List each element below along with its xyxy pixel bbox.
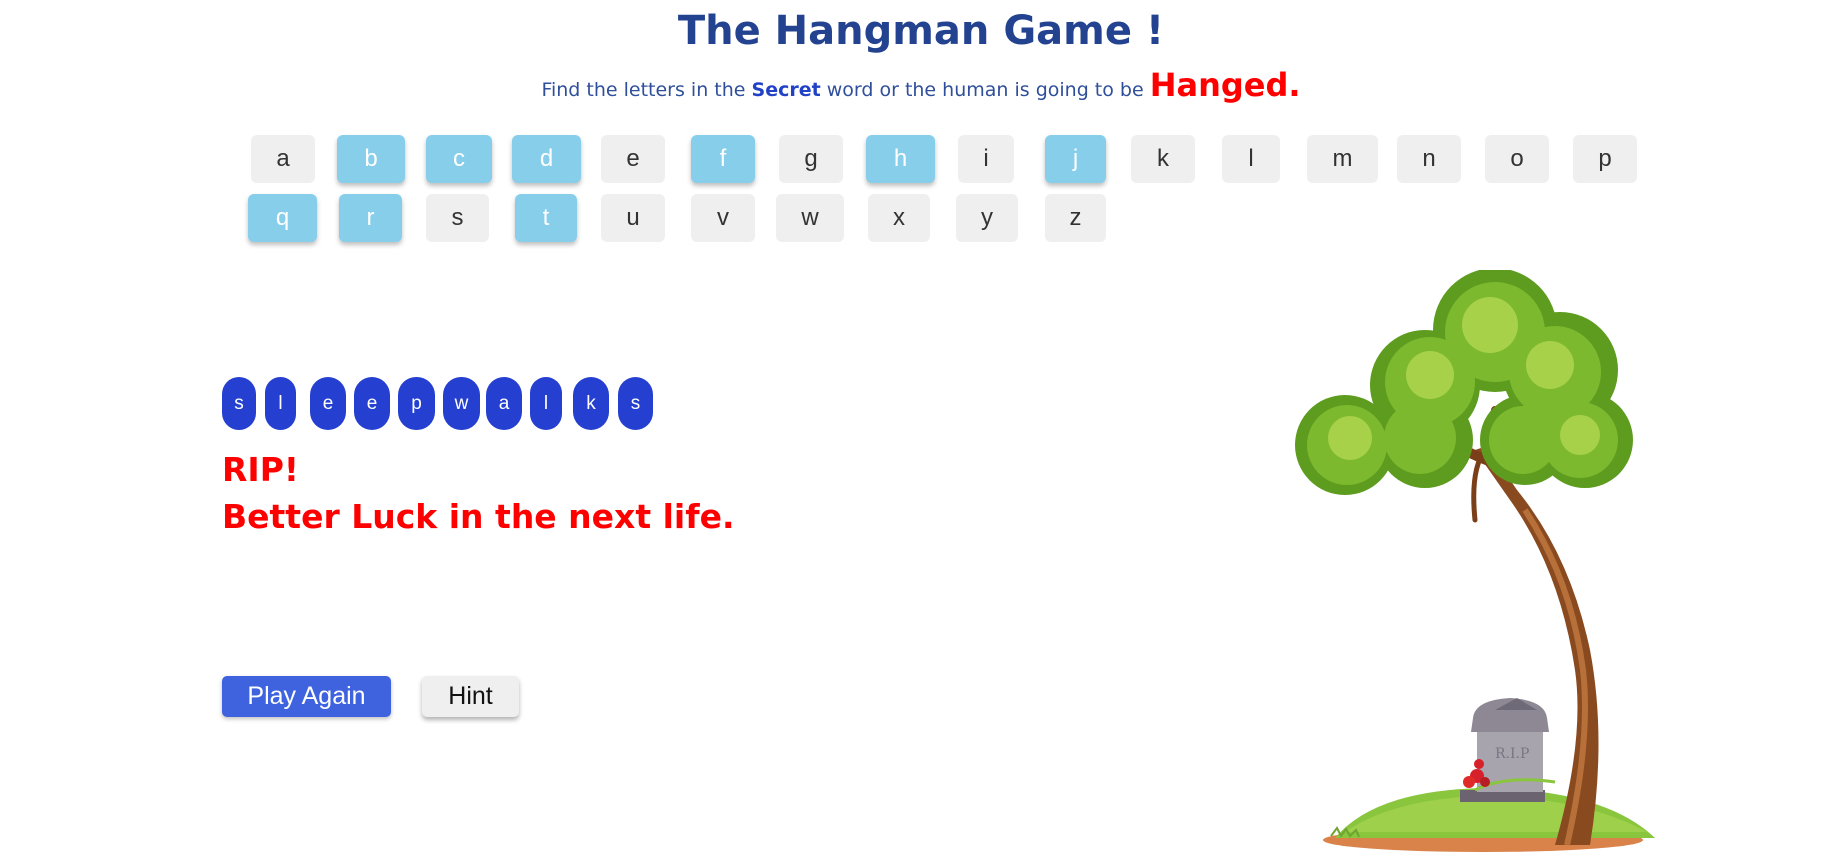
letter-key-m[interactable]: m [1307, 135, 1378, 183]
letter-key-k[interactable]: k [1131, 135, 1195, 183]
letter-key-r[interactable]: r [339, 194, 402, 242]
letter-key-v[interactable]: v [691, 194, 755, 242]
word-letter: w [443, 377, 480, 430]
letter-keyboard: abcdefghijklmnop qrstuvwxyz [0, 0, 1842, 260]
letter-key-p[interactable]: p [1573, 135, 1637, 183]
word-letter: l [265, 377, 296, 430]
tree-grave-illustration: R.I.P [1295, 270, 1655, 852]
letter-key-x[interactable]: x [868, 194, 930, 242]
play-again-button[interactable]: Play Again [222, 676, 391, 717]
letter-key-n[interactable]: n [1397, 135, 1461, 183]
word-letter: k [573, 377, 609, 430]
rip-message: RIP! [222, 450, 299, 489]
letter-key-j[interactable]: j [1045, 135, 1106, 183]
tree-canopy [1295, 270, 1633, 495]
better-luck-message: Better Luck in the next life. [222, 497, 735, 536]
word-letter: s [222, 377, 256, 430]
letter-key-g[interactable]: g [779, 135, 843, 183]
letter-key-c[interactable]: c [426, 135, 492, 183]
letter-key-t[interactable]: t [515, 194, 577, 242]
letter-key-y[interactable]: y [956, 194, 1018, 242]
letter-key-s[interactable]: s [426, 194, 489, 242]
letter-key-u[interactable]: u [601, 194, 665, 242]
letter-key-a[interactable]: a [251, 135, 315, 183]
letter-key-e[interactable]: e [601, 135, 665, 183]
letter-key-i[interactable]: i [958, 135, 1014, 183]
letter-key-w[interactable]: w [776, 194, 844, 242]
letter-key-h[interactable]: h [866, 135, 935, 183]
letter-key-f[interactable]: f [691, 135, 755, 183]
word-letter: a [486, 377, 522, 430]
letter-key-b[interactable]: b [337, 135, 405, 183]
letter-key-l[interactable]: l [1222, 135, 1280, 183]
letter-key-d[interactable]: d [512, 135, 581, 183]
word-letter: e [310, 377, 346, 430]
letter-key-z[interactable]: z [1045, 194, 1106, 242]
hint-button[interactable]: Hint [422, 676, 519, 717]
tombstone: R.I.P [1460, 698, 1549, 802]
word-letter: e [354, 377, 390, 430]
word-letter: s [618, 377, 653, 430]
word-letter: l [530, 377, 562, 430]
tombstone-inscription: R.I.P [1495, 746, 1529, 762]
letter-key-o[interactable]: o [1485, 135, 1549, 183]
letter-key-q[interactable]: q [248, 194, 317, 242]
word-letter: p [398, 377, 435, 430]
